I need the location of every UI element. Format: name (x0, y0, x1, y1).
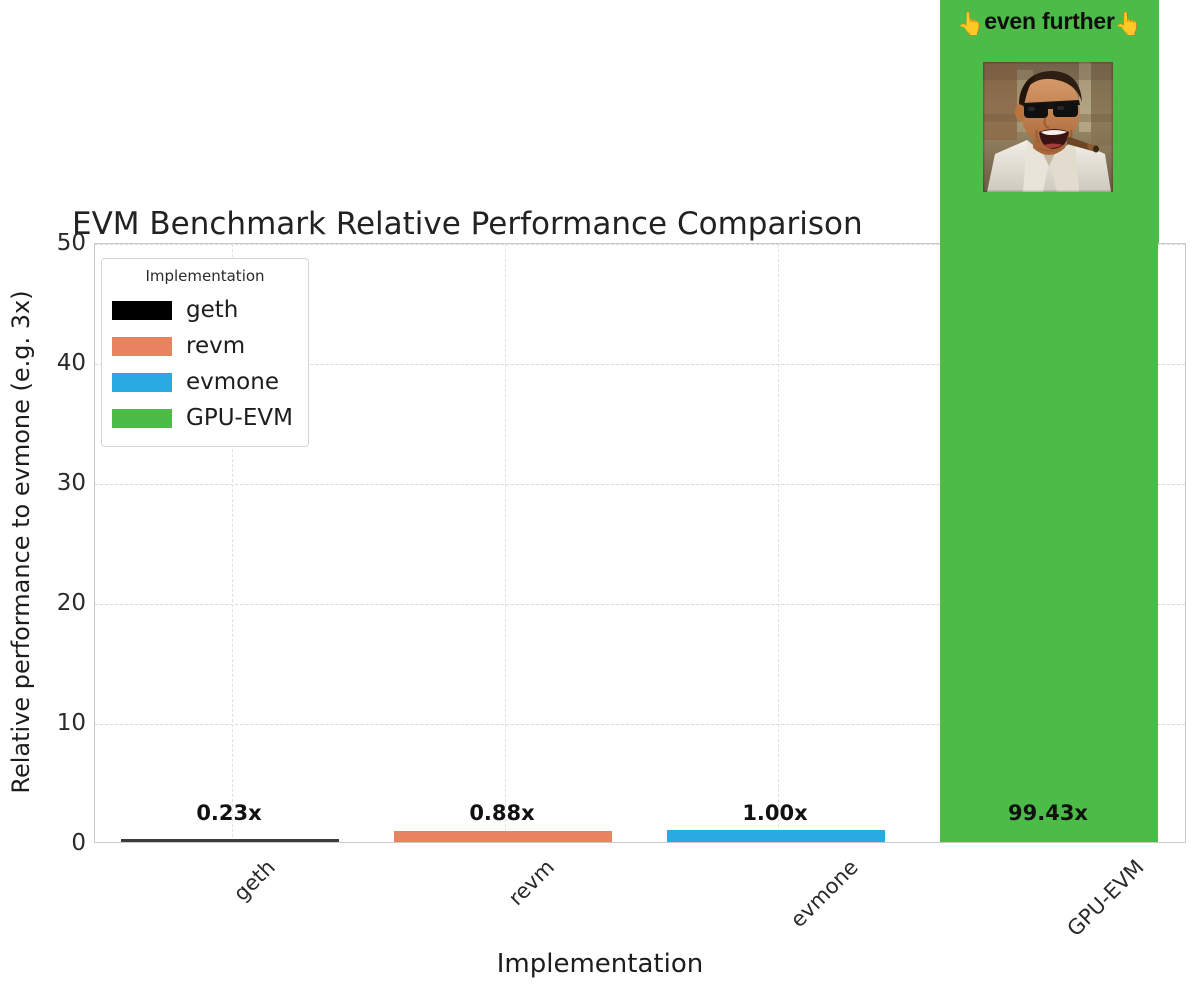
bar-evmone[interactable] (667, 830, 885, 842)
legend-swatch-gpuevm-icon (112, 408, 172, 428)
legend-label-revm: revm (186, 333, 246, 359)
chart-title: EVM Benchmark Relative Performance Compa… (72, 206, 863, 242)
x-axis-label: Implementation (496, 949, 704, 979)
bar-gpuevm[interactable] (940, 242, 1158, 842)
legend-item-geth[interactable]: geth (112, 292, 298, 328)
bar-revm[interactable] (394, 831, 612, 842)
legend-item-gpuevm[interactable]: GPU-EVM (112, 400, 298, 436)
legend-swatch-geth-icon (112, 300, 172, 320)
legend-swatch-revm-icon (112, 336, 172, 356)
bar-value-label-geth: 0.23x (196, 801, 262, 825)
chart-root: 0.23x 0.88x 1.00x 99.43x EVM Benchmark R… (0, 0, 1200, 1000)
legend-item-evmone[interactable]: evmone (112, 364, 298, 400)
x-tick-gpuevm: GPU-EVM (1062, 855, 1149, 942)
bar-geth[interactable] (121, 839, 339, 842)
annotation-caption-text: even further (984, 8, 1115, 34)
pointing-up-left-icon: 👆 (957, 11, 985, 36)
legend-label-geth: geth (186, 297, 239, 323)
annotation-band: 👆even further👆 (940, 0, 1159, 243)
vgridline-evmone (777, 244, 779, 842)
y-axis-label: Relative performance to evmone (e.g. 3x) (7, 290, 35, 794)
annotation-caption: 👆even further👆 (940, 8, 1159, 37)
vgridline-revm (504, 244, 506, 842)
x-tick-revm: revm (503, 855, 559, 911)
pointing-up-right-icon: 👆 (1114, 11, 1142, 36)
annotation-meme-image (983, 62, 1113, 192)
x-tick-evmone: evmone (785, 855, 863, 932)
legend[interactable]: Implementation geth revm evmone GPU-EVM (101, 258, 309, 447)
legend-label-gpuevm: GPU-EVM (186, 405, 293, 431)
bar-value-label-evmone: 1.00x (742, 801, 808, 825)
legend-label-evmone: evmone (186, 369, 279, 395)
legend-item-revm[interactable]: revm (112, 328, 298, 364)
bar-value-label-revm: 0.88x (469, 801, 535, 825)
x-tick-geth: geth (228, 855, 280, 906)
legend-title: Implementation (145, 267, 265, 285)
legend-swatch-evmone-icon (112, 372, 172, 392)
bar-value-label-gpuevm: 99.43x (1008, 801, 1088, 825)
